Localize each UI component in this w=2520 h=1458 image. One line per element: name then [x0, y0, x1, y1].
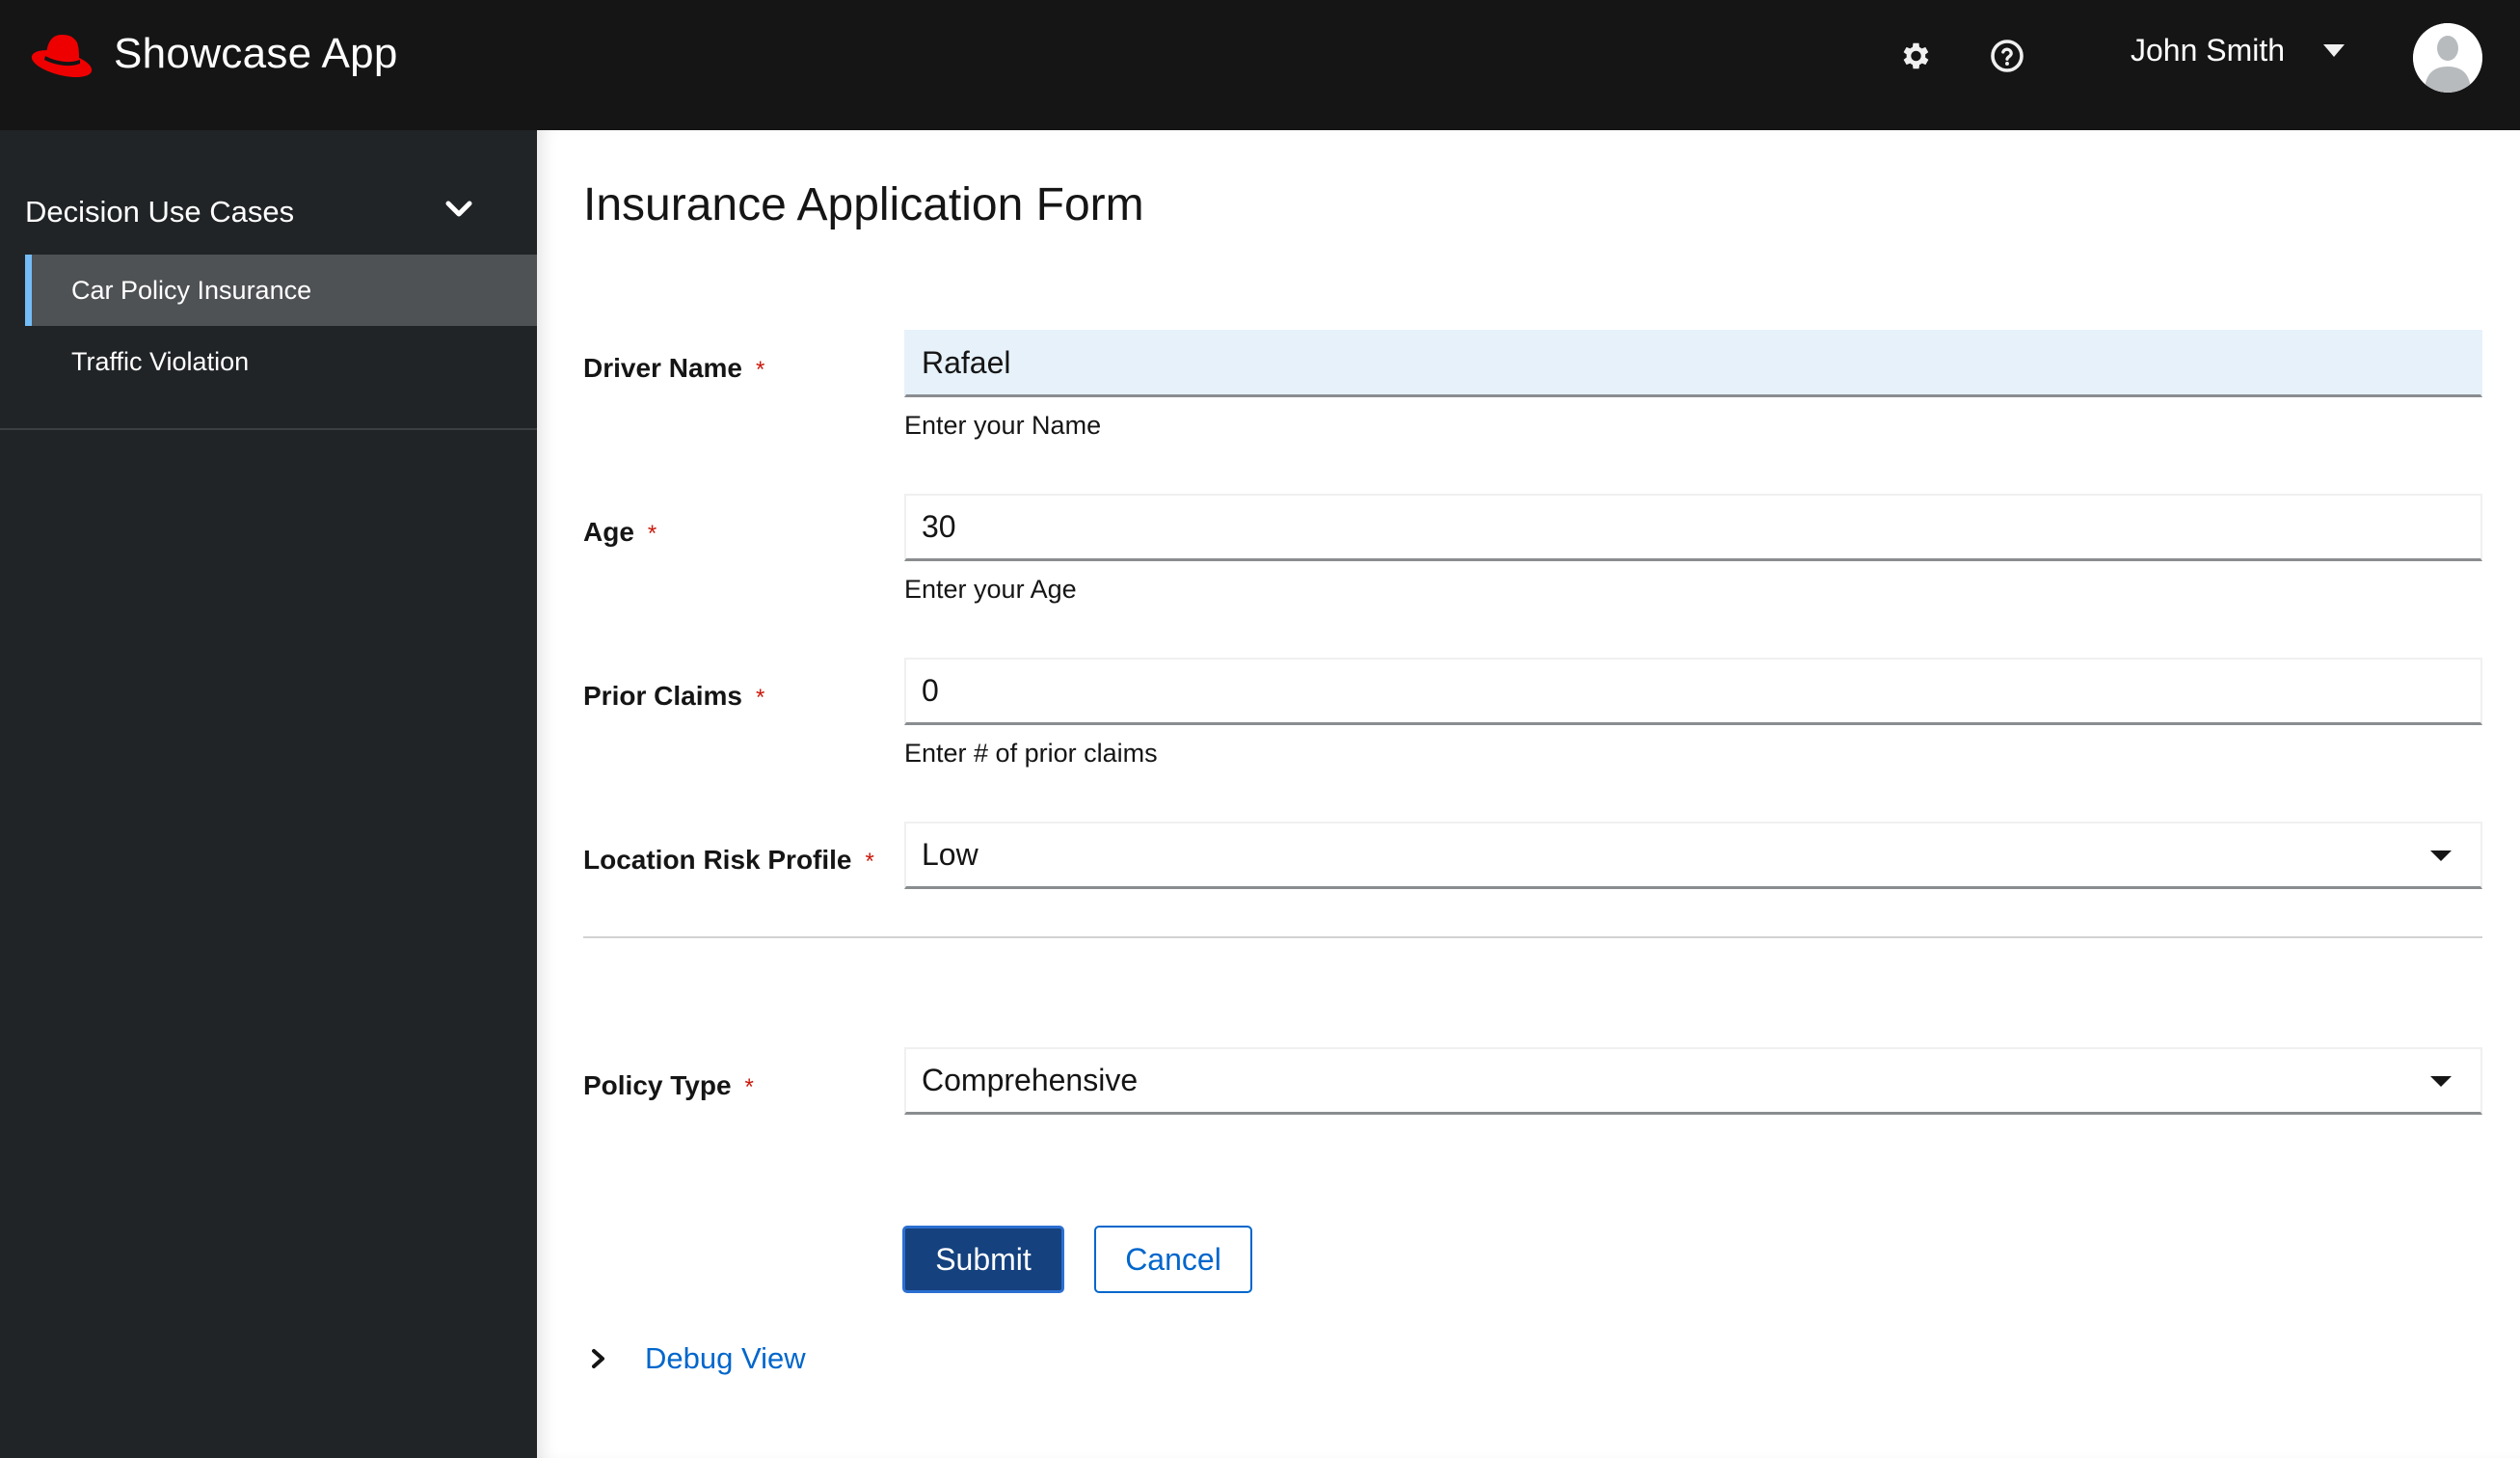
required-marker: *: [744, 1074, 754, 1100]
user-name: John Smith: [2131, 33, 2286, 68]
caret-down-icon: [2430, 850, 2452, 861]
gear-icon[interactable]: [1897, 39, 1932, 73]
page-title: Insurance Application Form: [583, 179, 1144, 230]
driver-name-input[interactable]: [904, 330, 2482, 397]
section-divider: [583, 936, 2482, 938]
prior-claims-field[interactable]: [922, 673, 2480, 709]
avatar[interactable]: [2413, 23, 2482, 93]
sidebar: Decision Use Cases Car Policy Insurance …: [0, 130, 537, 1458]
cancel-button[interactable]: Cancel: [1094, 1226, 1252, 1293]
avatar-icon: [2413, 23, 2482, 93]
field-label-text: Prior Claims: [583, 681, 742, 711]
field-label-text: Location Risk Profile: [583, 845, 852, 875]
nav-group-label: Decision Use Cases: [25, 195, 295, 229]
sidebar-item-label: Car Policy Insurance: [71, 275, 312, 305]
masthead: Showcase App John Smith: [0, 0, 2520, 130]
field-label-text: Age: [583, 517, 634, 547]
required-marker: *: [755, 357, 765, 383]
required-marker: *: [865, 849, 874, 875]
age-input[interactable]: [904, 494, 2482, 561]
driver-name-label: Driver Name *: [583, 353, 764, 384]
prior-claims-input[interactable]: [904, 658, 2482, 725]
driver-name-helper: Enter your Name: [904, 411, 1102, 440]
selected-value: Low: [922, 837, 979, 872]
sidebar-item-label: Traffic Violation: [71, 346, 250, 376]
age-helper: Enter your Age: [904, 575, 1077, 604]
caret-down-icon: [2430, 1076, 2452, 1087]
policy-type-select[interactable]: Comprehensive: [904, 1047, 2482, 1115]
debug-view-label: Debug View: [645, 1341, 806, 1375]
debug-view-toggle[interactable]: Debug View: [591, 1341, 806, 1376]
sidebar-item-car-policy-insurance[interactable]: Car Policy Insurance: [25, 255, 537, 326]
selected-value: Comprehensive: [922, 1063, 1139, 1097]
sidebar-divider: [0, 428, 537, 430]
prior-claims-helper: Enter # of prior claims: [904, 739, 1158, 768]
location-risk-profile-select[interactable]: Low: [904, 822, 2482, 889]
app-name: Showcase App: [114, 30, 398, 77]
chevron-down-icon: [445, 201, 472, 217]
age-label: Age *: [583, 517, 657, 548]
nav-list: Car Policy Insurance Traffic Violation: [25, 255, 537, 397]
required-marker: *: [647, 521, 657, 547]
field-label-text: Policy Type: [583, 1070, 732, 1100]
question-circle-icon[interactable]: [1990, 39, 2024, 73]
policy-type-label: Policy Type *: [583, 1070, 754, 1101]
chevron-right-icon: [592, 1349, 604, 1368]
sidebar-item-traffic-violation[interactable]: Traffic Violation: [25, 326, 537, 397]
user-dropdown[interactable]: John Smith: [2131, 33, 2346, 68]
main-content: Insurance Application Form Enter your Na…: [537, 130, 2520, 1458]
driver-name-field[interactable]: [922, 345, 2480, 381]
required-marker: *: [755, 685, 765, 711]
age-field[interactable]: [922, 509, 2480, 545]
caret-down-icon: [2323, 43, 2346, 57]
submit-button[interactable]: Submit: [902, 1226, 1064, 1293]
field-label-text: Driver Name: [583, 353, 742, 383]
nav-group-decision-use-cases[interactable]: Decision Use Cases: [0, 169, 537, 256]
brand[interactable]: Showcase App: [29, 29, 398, 79]
prior-claims-label: Prior Claims *: [583, 681, 764, 712]
red-hat-icon: [31, 35, 93, 77]
location-risk-profile-label: Location Risk Profile *: [583, 845, 874, 876]
